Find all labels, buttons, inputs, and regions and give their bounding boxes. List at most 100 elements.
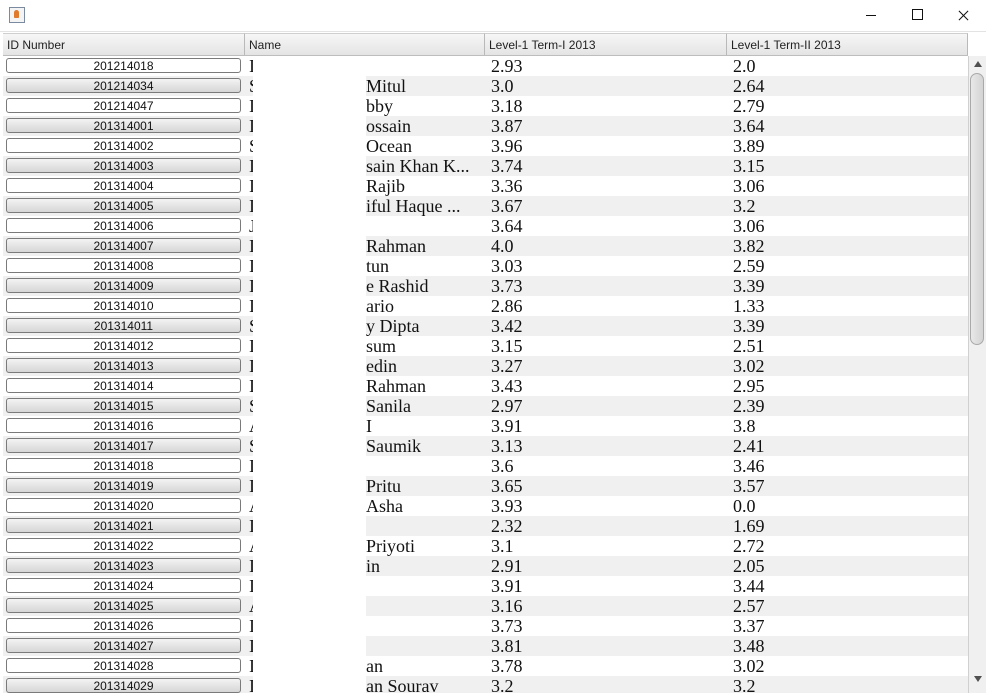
table-body: 2012140182.932.0I2012140343.02.64SMitul2… [3, 56, 968, 693]
term2-gpa-cell: 3.48 [733, 636, 765, 656]
id-button[interactable]: 201314009 [6, 278, 241, 293]
table-row[interactable]: 201314021 2.32 1.69 I [3, 516, 968, 536]
id-button[interactable]: 201314003 [6, 158, 241, 173]
term1-gpa-cell: 3.43 [491, 376, 523, 396]
id-button[interactable]: 201214047 [6, 98, 241, 113]
id-button[interactable]: 201214034 [6, 78, 241, 93]
table-row[interactable]: 201314008 3.03 2.59 Itun [3, 256, 968, 276]
term1-gpa-cell: 3.2 [491, 676, 514, 693]
id-button[interactable]: 201314007 [6, 238, 241, 253]
term2-gpa-cell: 3.57 [733, 476, 765, 496]
name-cell-trailing-fragment: iful Haque ... [366, 196, 461, 216]
term2-gpa-cell: 3.2 [733, 196, 756, 216]
id-button[interactable]: 201314029 [6, 678, 241, 693]
term1-gpa-cell: 3.42 [491, 316, 523, 336]
id-button[interactable]: 201314023 [6, 558, 241, 573]
table-row[interactable]: 201214018 2.93 2.0 I [3, 56, 968, 76]
table-row[interactable]: 201314026 3.73 3.37 I [3, 616, 968, 636]
table-row[interactable]: 2013140203.930.0AAsha [3, 496, 968, 516]
term2-gpa-cell: 3.82 [733, 236, 765, 256]
table-row[interactable]: 201314029 3.2 3.2 Ian Sourav [3, 676, 968, 693]
id-button[interactable]: 201314008 [6, 258, 241, 273]
arrow-down-icon[interactable] [969, 670, 986, 686]
id-button[interactable]: 201314028 [6, 658, 241, 673]
table-row[interactable]: 2013140253.162.57A [3, 596, 968, 616]
id-button[interactable]: 201314004 [6, 178, 241, 193]
id-button[interactable]: 201314016 [6, 418, 241, 433]
term2-gpa-cell: 2.0 [733, 56, 756, 76]
vertical-scrollbar[interactable] [968, 56, 986, 693]
id-button[interactable]: 201314022 [6, 538, 241, 553]
minimize-button[interactable] [848, 0, 894, 31]
table-row[interactable]: 201314007 4.0 3.82 I Rahman [3, 236, 968, 256]
table-row[interactable]: 201314001 3.87 3.64 Iossain [3, 116, 968, 136]
id-button[interactable]: 201314026 [6, 618, 241, 633]
id-button[interactable]: 201314027 [6, 638, 241, 653]
header-name[interactable]: Name [245, 33, 485, 55]
table-row[interactable]: 201314028 3.78 3.02 Ian [3, 656, 968, 676]
table-row[interactable]: 201314010 2.86 1.33 Iario [3, 296, 968, 316]
id-button[interactable]: 201314012 [6, 338, 241, 353]
id-button[interactable]: 201314017 [6, 438, 241, 453]
id-button[interactable]: 201314015 [6, 398, 241, 413]
table-row[interactable]: 201214047 3.18 2.79 Ibby [3, 96, 968, 116]
table-row[interactable]: 201314023 2.91 2.05 Iin [3, 556, 968, 576]
id-button[interactable]: 201314021 [6, 518, 241, 533]
name-cell-trailing-fragment: Saumik [366, 436, 422, 456]
id-button[interactable]: 201314020 [6, 498, 241, 513]
table-row[interactable]: 201314014 3.43 2.95 I Rahman [3, 376, 968, 396]
term2-gpa-cell: 1.69 [733, 516, 765, 536]
id-button[interactable]: 201314013 [6, 358, 241, 373]
id-button[interactable]: 201314019 [6, 478, 241, 493]
maximize-button[interactable] [894, 0, 940, 31]
name-cell-trailing-fragment: edin [366, 356, 397, 376]
header-level1-term2[interactable]: Level-1 Term-II 2013 [727, 33, 968, 55]
close-button[interactable] [940, 0, 986, 31]
table-row[interactable]: 2013140113.423.39Sy Dipta [3, 316, 968, 336]
id-button[interactable]: 201314025 [6, 598, 241, 613]
id-button[interactable]: 201214018 [6, 58, 241, 73]
table-row[interactable]: 2013140173.132.41SSaumik [3, 436, 968, 456]
id-button[interactable]: 201314006 [6, 218, 241, 233]
term2-gpa-cell: 2.39 [733, 396, 765, 416]
java-cup-icon [9, 7, 25, 23]
table-row[interactable]: 2013140152.972.39SSanila [3, 396, 968, 416]
term1-gpa-cell: 3.36 [491, 176, 523, 196]
table-row[interactable]: 201314027 3.81 3.48 I [3, 636, 968, 656]
term2-gpa-cell: 2.95 [733, 376, 765, 396]
name-cell-trailing-fragment: Pritu [366, 476, 402, 496]
table-row[interactable]: 2013140063.643.06J [3, 216, 968, 236]
term1-gpa-cell: 3.16 [491, 596, 523, 616]
scroll-thumb[interactable] [970, 73, 984, 345]
id-button[interactable]: 201314001 [6, 118, 241, 133]
id-button[interactable]: 201314005 [6, 198, 241, 213]
table-row[interactable]: 201314005 3.67 3.2 Iiful Haque ... [3, 196, 968, 216]
table-row[interactable]: 2012140343.02.64SMitul [3, 76, 968, 96]
arrow-up-icon[interactable] [969, 56, 986, 72]
name-cell-trailing-fragment: Rahman [366, 376, 426, 396]
table-row[interactable]: 201314009 3.73 3.39 Ie Rashid [3, 276, 968, 296]
id-button[interactable]: 201314002 [6, 138, 241, 153]
table-row[interactable]: 201314024 3.91 3.44 I [3, 576, 968, 596]
table-row[interactable]: 2013140223.12.72APriyoti [3, 536, 968, 556]
header-level1-term1[interactable]: Level-1 Term-I 2013 [485, 33, 727, 55]
id-button[interactable]: 201314011 [6, 318, 241, 333]
header-id-number[interactable]: ID Number [3, 33, 245, 55]
term2-gpa-cell: 0.0 [733, 496, 756, 516]
name-cell-trailing-fragment: ario [366, 296, 394, 316]
term2-gpa-cell: 3.8 [733, 416, 756, 436]
table-row[interactable]: 2013140023.963.89SOcean [3, 136, 968, 156]
table-row[interactable]: 201314003 3.74 3.15 Isain Khan K... [3, 156, 968, 176]
id-button[interactable]: 201314010 [6, 298, 241, 313]
table-row[interactable]: 201314018 3.6 3.46 I [3, 456, 968, 476]
table-row[interactable]: 201314013 3.27 3.02 Iedin [3, 356, 968, 376]
id-button[interactable]: 201314018 [6, 458, 241, 473]
table-row[interactable]: 201314004 3.36 3.06 I Rajib [3, 176, 968, 196]
table-row[interactable]: 2013140163.913.8AI [3, 416, 968, 436]
table-row[interactable]: 201314012 3.15 2.51 Isum [3, 336, 968, 356]
name-cell-trailing-fragment: Asha [366, 496, 403, 516]
table-row[interactable]: 201314019 3.65 3.57 I Pritu [3, 476, 968, 496]
id-button[interactable]: 201314014 [6, 378, 241, 393]
id-button[interactable]: 201314024 [6, 578, 241, 593]
term2-gpa-cell: 3.46 [733, 456, 765, 476]
